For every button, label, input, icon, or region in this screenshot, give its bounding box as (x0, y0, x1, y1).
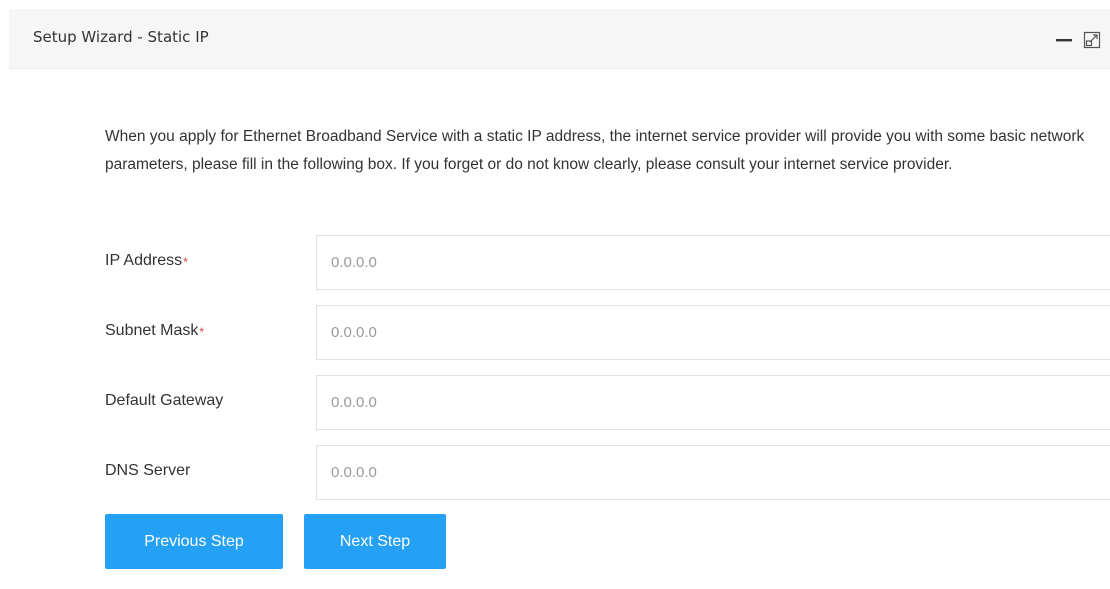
form-row-dns-server: DNS Server (105, 445, 1110, 500)
subnet-mask-label-text: Subnet Mask (105, 322, 199, 339)
previous-step-button[interactable]: Previous Step (105, 514, 283, 569)
ip-address-label-text: IP Address (105, 252, 183, 269)
maximize-icon[interactable] (1082, 30, 1102, 50)
default-gateway-input[interactable] (316, 375, 1110, 430)
form-row-default-gateway: Default Gateway (105, 375, 1110, 430)
subnet-mask-input[interactable] (316, 305, 1110, 360)
ip-address-label: IP Address* (105, 252, 188, 270)
ip-address-input[interactable] (316, 235, 1110, 290)
next-step-button[interactable]: Next Step (304, 514, 446, 569)
description-text: When you apply for Ethernet Broadband Se… (105, 128, 1085, 173)
required-mark: * (199, 325, 205, 339)
panel-header: Setup Wizard - Static IP (9, 9, 1110, 69)
minimize-icon[interactable] (1054, 30, 1074, 50)
dns-server-label: DNS Server (105, 462, 191, 479)
setup-wizard-panel: Setup Wizard - Static IP When you apply … (9, 9, 1110, 589)
form-row-subnet-mask: Subnet Mask* (105, 305, 1110, 360)
default-gateway-label: Default Gateway (105, 392, 224, 409)
dns-server-input[interactable] (316, 445, 1110, 500)
panel-title: Setup Wizard - Static IP (33, 28, 209, 46)
subnet-mask-label: Subnet Mask* (105, 322, 204, 340)
form-row-ip-address: IP Address* (105, 235, 1110, 290)
required-mark: * (183, 255, 188, 269)
header-tools (1054, 30, 1102, 50)
